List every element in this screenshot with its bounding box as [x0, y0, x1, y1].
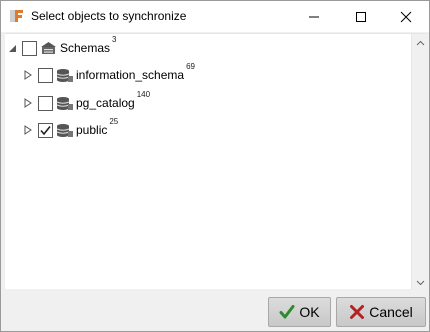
minimize-icon	[309, 16, 319, 17]
app-logo-icon	[10, 9, 24, 23]
information-schema-checkbox[interactable]	[38, 67, 53, 83]
public-count: 25	[109, 117, 119, 126]
expand-arrow-icon[interactable]	[23, 98, 33, 108]
window-title: Select objects to synchronize	[31, 9, 187, 23]
tree-node-pg-catalog[interactable]: pg_catalog140	[23, 90, 151, 114]
maximize-icon	[356, 11, 366, 22]
cancel-button-label: Cancel	[369, 304, 413, 320]
title-bar: Select objects to synchronize	[1, 1, 429, 32]
maximize-button[interactable]	[338, 1, 384, 32]
scroll-up-icon[interactable]	[415, 38, 425, 48]
ok-button[interactable]: OK	[268, 297, 331, 327]
information-schema-count: 69	[186, 62, 195, 71]
schema-tree: Schemas3 information_schema69 pg_catalog…	[5, 33, 427, 290]
scroll-down-icon[interactable]	[415, 278, 425, 288]
vertical-scrollbar[interactable]	[411, 34, 427, 290]
minimize-button[interactable]	[291, 1, 337, 32]
cancel-x-icon	[350, 305, 365, 319]
collapse-arrow-icon[interactable]	[7, 43, 17, 53]
cancel-button[interactable]: Cancel	[336, 297, 426, 327]
public-label: public25	[76, 117, 119, 138]
expand-arrow-icon[interactable]	[23, 125, 33, 135]
close-icon	[400, 11, 412, 22]
checkmark-icon	[279, 305, 295, 319]
pg-catalog-checkbox[interactable]	[38, 95, 53, 111]
pg-catalog-count: 140	[136, 90, 151, 99]
schemas-folder-icon	[40, 41, 57, 56]
schemas-count: 3	[112, 35, 117, 44]
database-schema-icon	[56, 96, 73, 111]
close-button[interactable]	[383, 1, 429, 32]
tree-node-public[interactable]: public25	[23, 117, 119, 141]
expand-arrow-icon[interactable]	[23, 70, 33, 80]
tree-node-schemas[interactable]: Schemas3	[7, 35, 117, 59]
pg-catalog-label: pg_catalog140	[76, 90, 151, 111]
checkmark-icon	[40, 125, 51, 135]
schemas-label: Schemas3	[60, 35, 117, 56]
schemas-checkbox[interactable]	[22, 40, 37, 56]
information-schema-label: information_schema69	[76, 62, 195, 83]
sync-dialog-window: Select objects to synchronize Schemas3 i…	[0, 0, 430, 332]
ok-button-label: OK	[299, 304, 320, 320]
tree-node-information-schema[interactable]: information_schema69	[23, 62, 195, 86]
public-checkbox[interactable]	[38, 122, 53, 138]
database-schema-icon	[56, 68, 73, 83]
database-schema-icon	[56, 123, 73, 138]
